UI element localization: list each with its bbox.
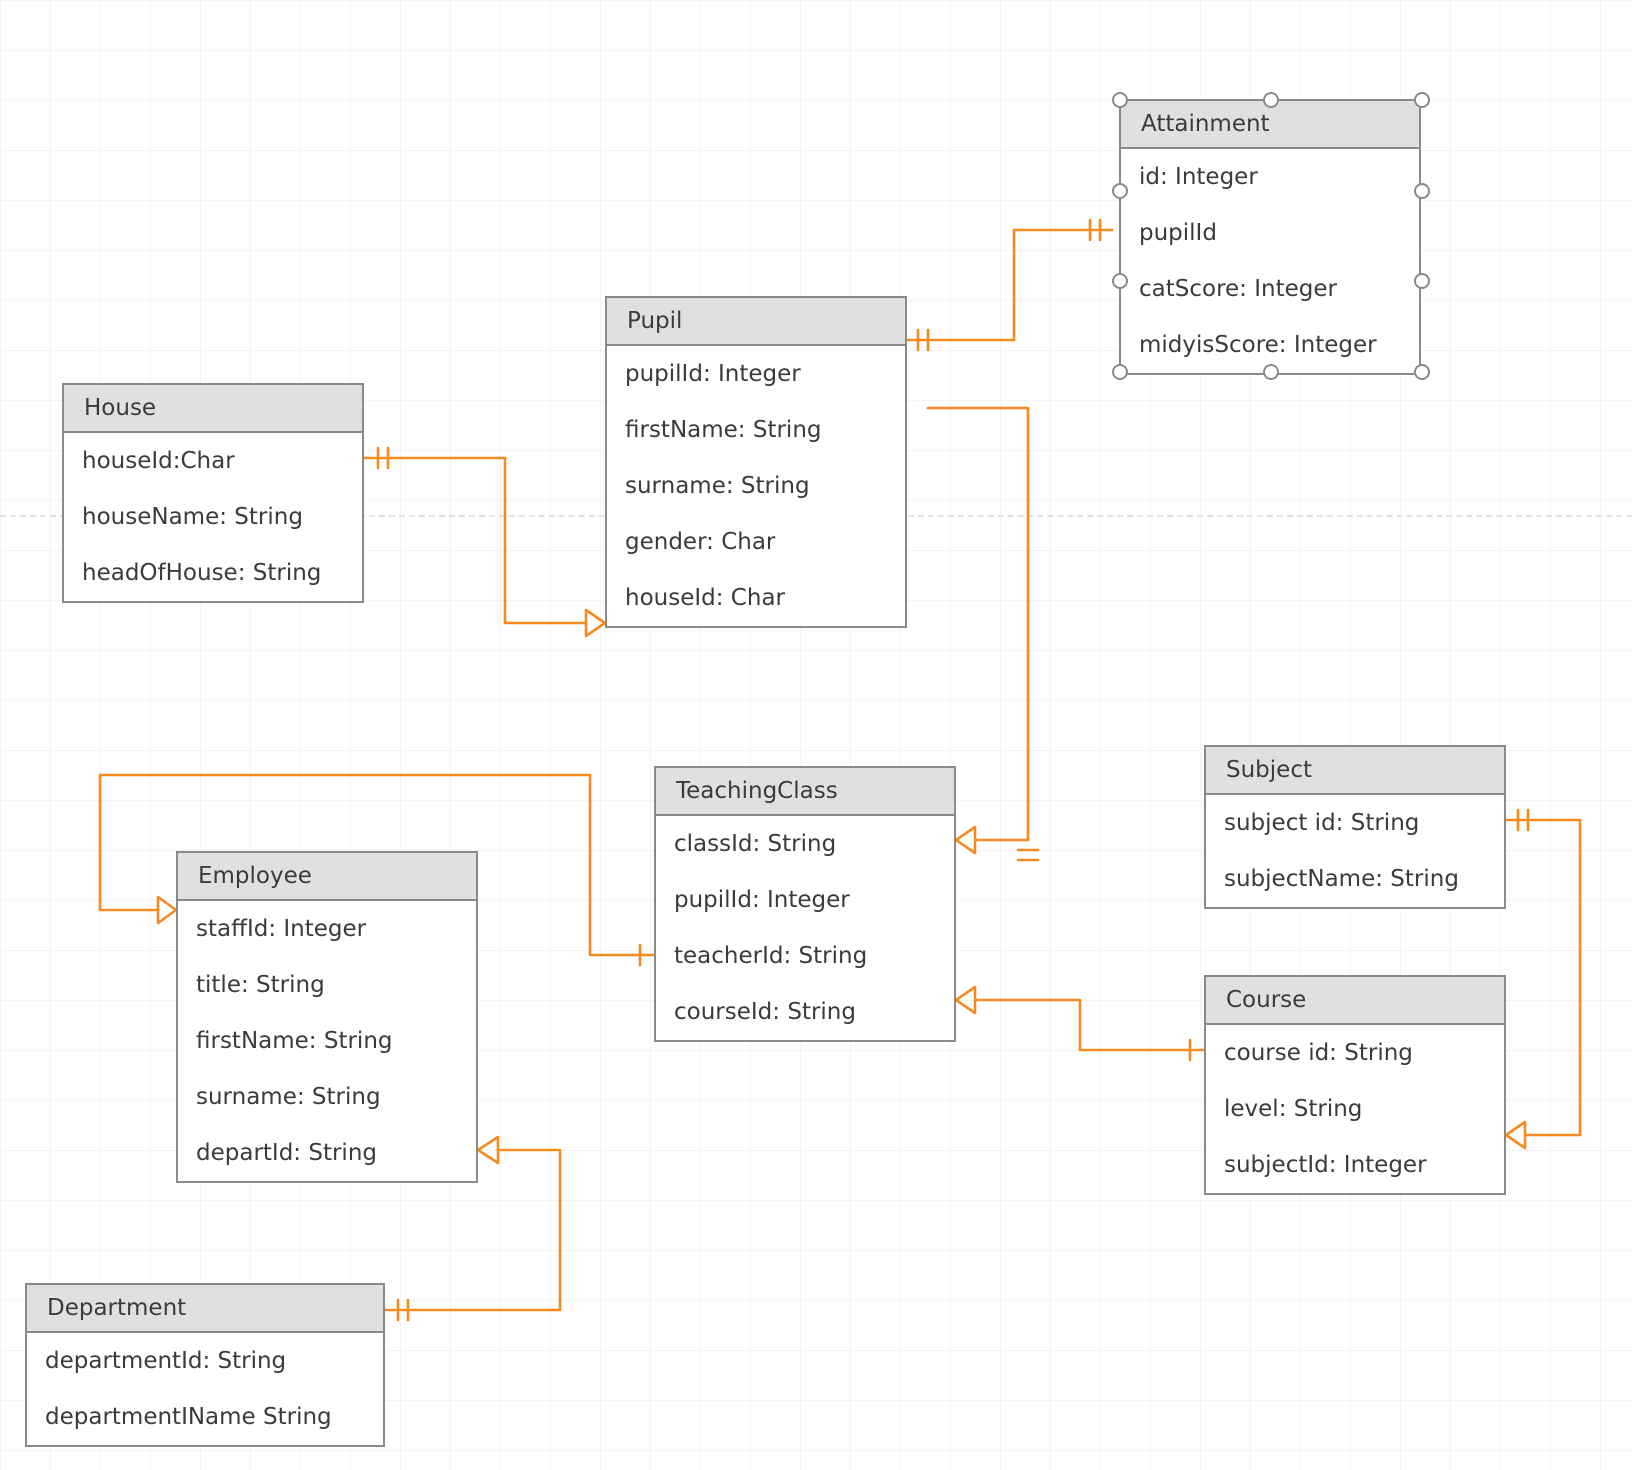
entity-header[interactable]: Employee (178, 853, 476, 901)
entity-attr: surname: String (607, 458, 905, 514)
entity-title: Course (1226, 987, 1306, 1013)
entity-attr: houseName: String (64, 489, 362, 545)
entity-employee[interactable]: Employee staffId: Integertitle: Stringfir… (176, 851, 478, 1183)
entity-pupil[interactable]: Pupil pupilId: IntegerfirstName: Stringsu… (605, 296, 907, 628)
entity-attr: courseId: String (656, 984, 954, 1040)
entity-teachingclass[interactable]: TeachingClass classId: StringpupilId: Int… (654, 766, 956, 1042)
entity-header[interactable]: Department (27, 1285, 383, 1333)
entity-attr: id: Integer (1121, 149, 1419, 205)
entity-header[interactable]: Subject (1206, 747, 1504, 795)
entity-attr: firstName: String (178, 1013, 476, 1069)
entity-subject[interactable]: Subject subject id: StringsubjectName: St… (1204, 745, 1506, 909)
entity-attr: pupilId (1121, 205, 1419, 261)
entity-title: Attainment (1141, 111, 1270, 137)
entity-title: House (84, 395, 156, 421)
entity-attr: houseId:Char (64, 433, 362, 489)
entity-attr: level: String (1206, 1081, 1504, 1137)
entity-attr: departmentId: String (27, 1333, 383, 1389)
entity-attr: subject id: String (1206, 795, 1504, 851)
entity-attr: pupilId: Integer (656, 872, 954, 928)
entity-header[interactable]: Pupil (607, 298, 905, 346)
entity-header[interactable]: Course (1206, 977, 1504, 1025)
entity-title: Department (47, 1295, 186, 1321)
entity-attr: departmentIName String (27, 1389, 383, 1445)
entity-attr: surname: String (178, 1069, 476, 1125)
entity-attainment[interactable]: Attainment id: IntegerpupilIdcatScore: In… (1119, 99, 1421, 375)
entity-attr: pupilId: Integer (607, 346, 905, 402)
entity-attr: houseId: Char (607, 570, 905, 626)
selection-handle[interactable] (1112, 364, 1128, 380)
entity-attr: title: String (178, 957, 476, 1013)
entity-attr: subjectId: Integer (1206, 1137, 1504, 1193)
entity-attr: staffId: Integer (178, 901, 476, 957)
entity-attr: gender: Char (607, 514, 905, 570)
diagram-canvas[interactable]: House houseId:CharhouseName: StringheadOf… (0, 0, 1632, 1470)
entity-attr: subjectName: String (1206, 851, 1504, 907)
selection-handle[interactable] (1263, 92, 1279, 108)
entity-attr: firstName: String (607, 402, 905, 458)
entity-title: Employee (198, 863, 312, 889)
selection-handle[interactable] (1112, 92, 1128, 108)
entity-title: Subject (1226, 757, 1312, 783)
selection-handle[interactable] (1414, 183, 1430, 199)
entity-attr: course id: String (1206, 1025, 1504, 1081)
selection-handle[interactable] (1414, 364, 1430, 380)
entity-attr: teacherId: String (656, 928, 954, 984)
entity-attr: headOfHouse: String (64, 545, 362, 601)
selection-handle[interactable] (1414, 92, 1430, 108)
entity-house[interactable]: House houseId:CharhouseName: StringheadOf… (62, 383, 364, 603)
entity-header[interactable]: Attainment (1121, 101, 1419, 149)
entity-department[interactable]: Department departmentId: Stringdepartment… (25, 1283, 385, 1447)
entity-course[interactable]: Course course id: Stringlevel: Stringsubj… (1204, 975, 1506, 1195)
selection-handle[interactable] (1112, 183, 1128, 199)
entity-attr: catScore: Integer (1121, 261, 1419, 317)
selection-handle[interactable] (1263, 364, 1279, 380)
entity-title: Pupil (627, 308, 682, 334)
entity-header[interactable]: House (64, 385, 362, 433)
entity-title: TeachingClass (676, 778, 838, 804)
entity-attr: departId: String (178, 1125, 476, 1181)
entity-header[interactable]: TeachingClass (656, 768, 954, 816)
entity-attr: classId: String (656, 816, 954, 872)
